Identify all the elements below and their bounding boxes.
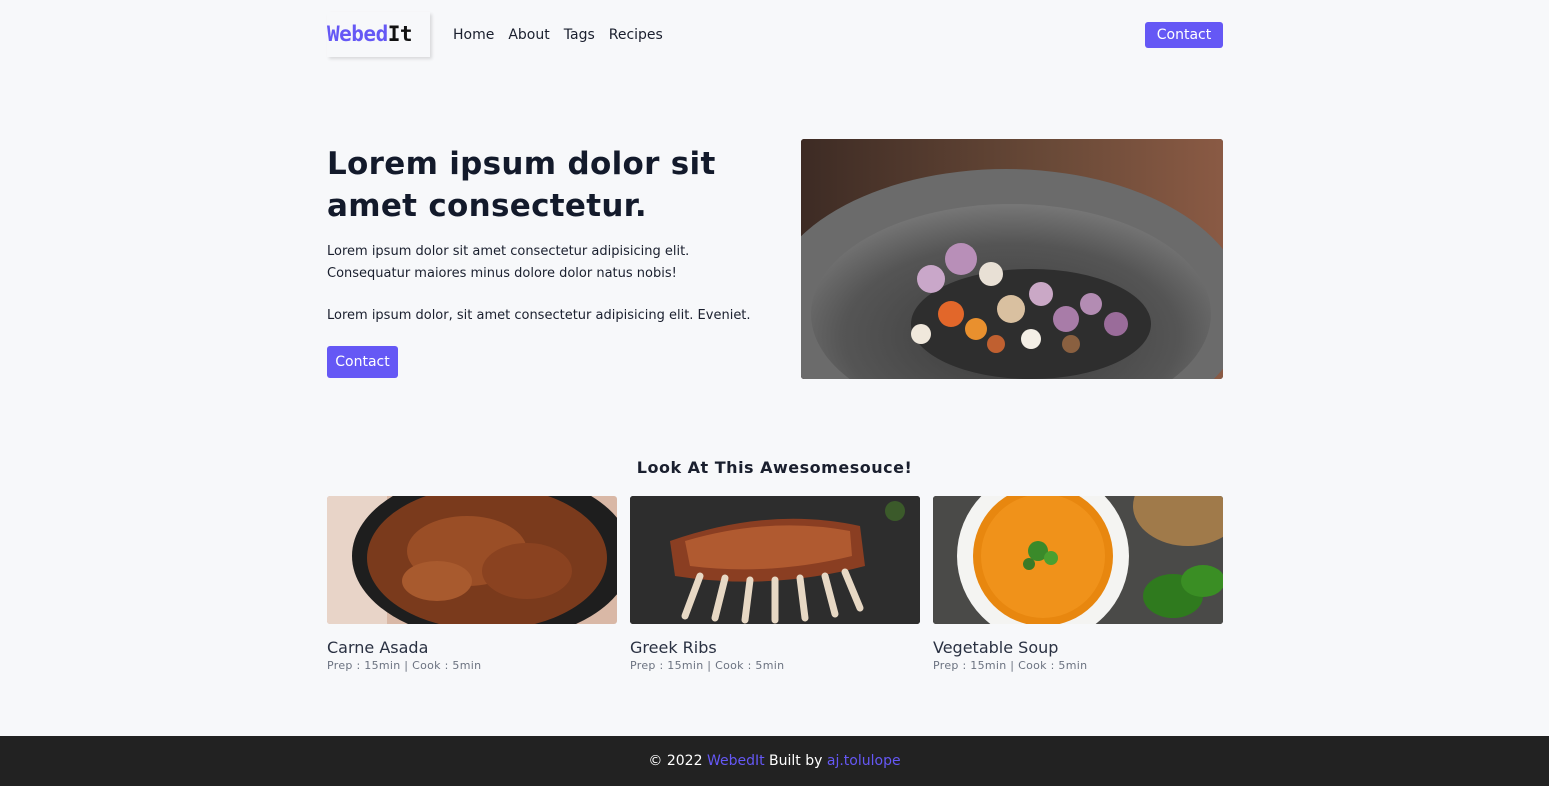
footer-built-by: Built by: [769, 753, 823, 769]
hero-section: Lorem ipsum dolor sit amet consectetur. …: [327, 139, 1223, 379]
hero-title: Lorem ipsum dolor sit amet consectetur.: [327, 146, 716, 224]
nav-link-recipes[interactable]: Recipes: [609, 27, 663, 43]
nav-link-tags[interactable]: Tags: [564, 27, 595, 43]
recipe-title[interactable]: Vegetable Soup: [933, 638, 1223, 657]
nav-link-home[interactable]: Home: [453, 27, 494, 43]
recipe-card-greek-ribs[interactable]: Greek Ribs Prep : 15min | Cook : 5min: [630, 496, 920, 672]
recipe-image-carne-asada[interactable]: [327, 496, 617, 624]
featured-section-title: Look At This Awesomesouce!: [636, 458, 913, 477]
recipe-title[interactable]: Carne Asada: [327, 638, 617, 657]
footer-copyright: © 2022: [648, 753, 703, 769]
logo[interactable]: WebedIt: [327, 12, 430, 57]
hero-paragraph-2: Lorem ipsum dolor, sit amet consectetur …: [327, 308, 751, 323]
footer: © 2022 WebedIt Built by aj.tolulope: [0, 736, 1549, 786]
nav-link-about[interactable]: About: [508, 27, 549, 43]
recipe-image-greek-ribs[interactable]: [630, 496, 920, 624]
nav-contact-button[interactable]: Contact: [1145, 22, 1223, 48]
hero-contact-button[interactable]: Contact: [327, 346, 398, 378]
logo-part-it: It: [387, 22, 413, 46]
navbar: WebedIt Home About Tags Recipes Contact: [327, 12, 1223, 58]
hero-paragraph-1: Lorem ipsum dolor sit amet consectetur a…: [327, 244, 690, 281]
hero-image-mortar-spices: [801, 139, 1223, 379]
recipe-title[interactable]: Greek Ribs: [630, 638, 920, 657]
recipe-meta: Prep : 15min | Cook : 5min: [933, 659, 1088, 672]
recipe-meta: Prep : 15min | Cook : 5min: [327, 659, 482, 672]
recipe-card-carne-asada[interactable]: Carne Asada Prep : 15min | Cook : 5min: [327, 496, 617, 672]
logo-part-webed: Webed: [327, 22, 388, 46]
recipe-image-vegetable-soup[interactable]: [933, 496, 1223, 624]
footer-brand-link[interactable]: WebedIt: [707, 753, 765, 769]
recipe-cards: Carne Asada Prep : 15min | Cook : 5min G…: [327, 496, 1223, 676]
nav-links: Home About Tags Recipes: [453, 12, 663, 58]
footer-author-link[interactable]: aj.tolulope: [827, 753, 901, 769]
recipe-card-vegetable-soup[interactable]: Vegetable Soup Prep : 15min | Cook : 5mi…: [933, 496, 1223, 672]
recipe-meta: Prep : 15min | Cook : 5min: [630, 659, 785, 672]
